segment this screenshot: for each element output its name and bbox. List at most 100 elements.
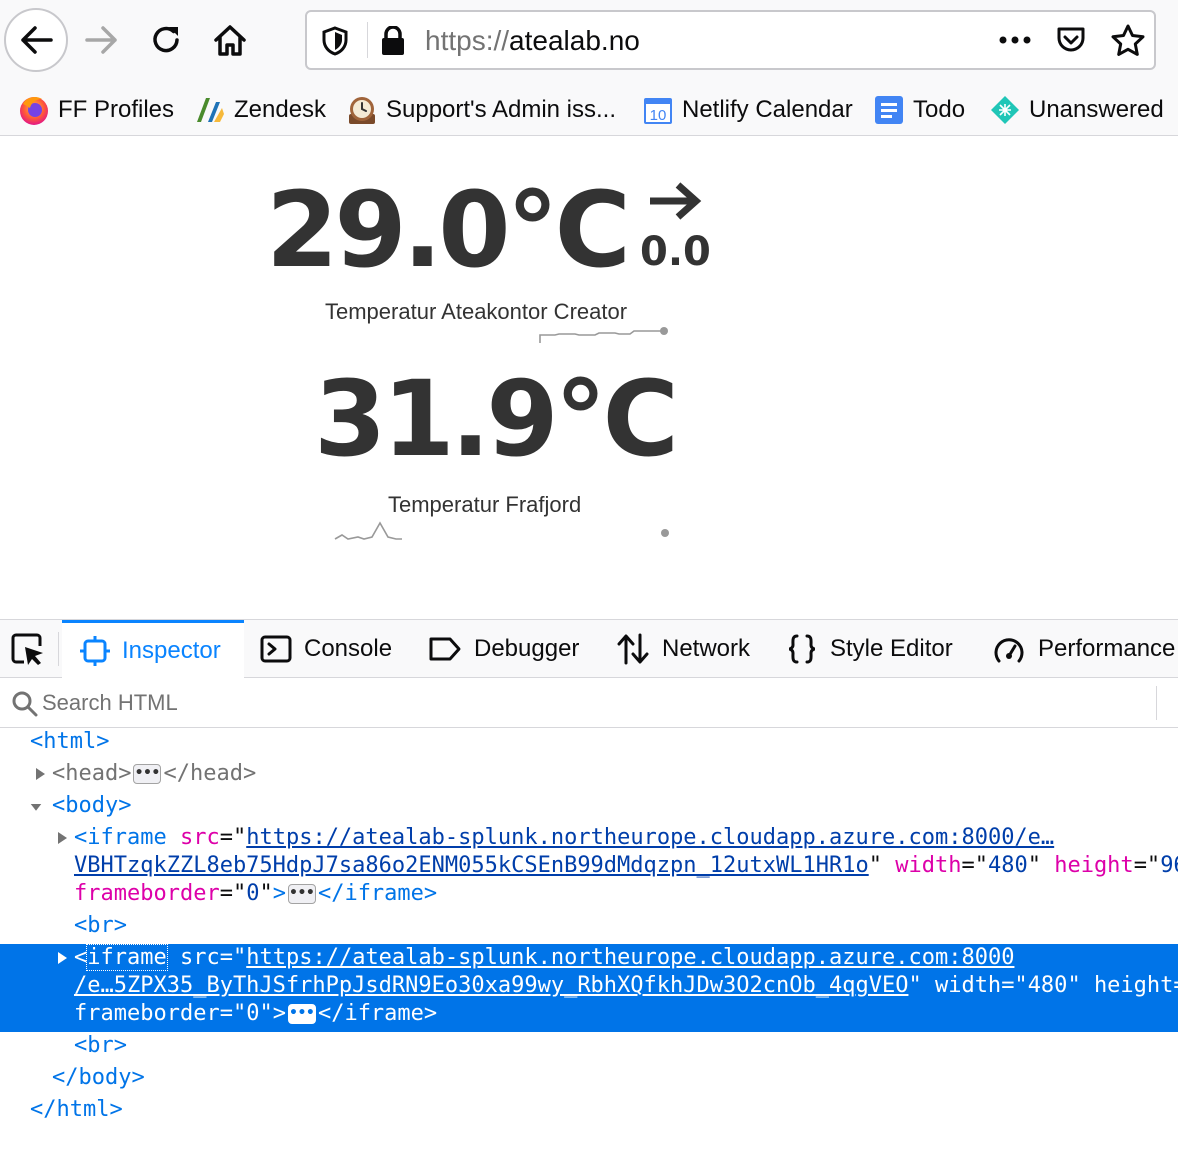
bookmark-label: Unanswered	[1029, 96, 1164, 123]
body-open-tag: <body>	[52, 793, 132, 818]
tab-network[interactable]: Network	[616, 620, 750, 678]
reload-button[interactable]	[134, 8, 198, 72]
markup-line-br[interactable]: <br>	[0, 1032, 1178, 1060]
back-button[interactable]	[4, 8, 68, 72]
expand-triangle-icon[interactable]	[56, 831, 68, 845]
height-attr: height	[1054, 853, 1134, 878]
tab-label: Performance	[1038, 635, 1176, 662]
markup-line-iframe1[interactable]: <iframe src="https://atealab-splunk.nort…	[0, 824, 1178, 852]
expand-triangle-icon[interactable]	[34, 767, 46, 781]
markup-line-iframe1-end[interactable]: frameborder="0"> ••• </iframe>	[0, 880, 1178, 908]
collapse-triangle-icon[interactable]	[30, 800, 42, 814]
tab-label: Style Editor	[830, 635, 953, 662]
src-attr: src	[179, 825, 220, 850]
bookmarks-toolbar: FF Profiles Zendesk Support's Admin iss.…	[0, 84, 1178, 136]
bookmark-ff-profiles[interactable]: FF Profiles	[18, 92, 174, 128]
tab-label: Inspector	[122, 636, 221, 664]
url-bar[interactable]: https://atealab.no	[305, 10, 1156, 70]
home-icon	[214, 25, 246, 56]
search-icon	[12, 691, 38, 717]
bookmark-label: Netlify Calendar	[682, 96, 853, 123]
firefox-icon	[18, 94, 50, 126]
reload-icon	[153, 26, 179, 53]
markup-line-body-close[interactable]: </body>	[0, 1064, 1178, 1092]
tab-label: Console	[304, 635, 393, 662]
browser-toolbar: https://atealab.no	[0, 0, 1178, 84]
style-editor-icon	[786, 633, 818, 665]
bookmark-support-admin[interactable]: Support's Admin iss...	[346, 92, 616, 128]
devtools-panel: Inspector Console Debugger Network Style…	[0, 619, 1178, 1156]
markup-line-br[interactable]: <br>	[0, 912, 1178, 940]
markup-line-iframe1-cont[interactable]: VBHTzqkZZL8eb75HdpJ7sa86o2ENM055kCSEnB99…	[0, 852, 1178, 880]
iframe1-src-link-cont[interactable]: VBHTzqkZZL8eb75HdpJ7sa86o2ENM055kCSEnB99…	[74, 853, 869, 878]
src-attr: src	[179, 945, 220, 970]
sensor1-temperature: 29.0°C	[266, 169, 631, 291]
iframe-tagname: iframe	[86, 944, 168, 971]
collapsed-ellipsis-button[interactable]: •••	[287, 1004, 316, 1024]
iframe1-src-link[interactable]: https://atealab-splunk.northeurope.cloud…	[246, 825, 1054, 850]
bookmark-unanswered[interactable]: Unanswered	[989, 92, 1164, 128]
markup-line-head[interactable]: <head> ••• </head>	[0, 760, 1178, 788]
bookmark-star-icon[interactable]	[1111, 24, 1145, 56]
clock-icon	[346, 94, 378, 126]
netlify-icon	[989, 94, 1021, 126]
network-icon	[616, 633, 650, 665]
markup-view: <html> <head> ••• </head> <body> <iframe s…	[0, 728, 1178, 1156]
search-html-input[interactable]	[42, 686, 1142, 720]
expand-triangle-icon[interactable]	[56, 951, 68, 965]
frameborder-attr: frameborder	[74, 1001, 220, 1026]
markup-line-iframe2-cont[interactable]: /e…5ZPX35_ByThJSfrhPpJsdRN9Eo30xa99wy_Rb…	[0, 972, 1178, 1000]
bookmark-todo[interactable]: Todo	[873, 92, 965, 128]
element-picker-icon[interactable]	[10, 632, 46, 668]
iframe-close-tag: </iframe>	[317, 1001, 438, 1026]
bookmark-label: FF Profiles	[58, 96, 175, 123]
page-actions-ellipsis-icon[interactable]	[997, 26, 1033, 54]
iframe2-src-link-cont[interactable]: /e…5ZPX35_ByThJSfrhPpJsdRN9Eo30xa99wy_Rb…	[74, 973, 908, 998]
bookmark-zendesk[interactable]: Zendesk	[194, 92, 326, 128]
sensor2-sparkline	[334, 521, 669, 540]
markup-line-iframe2-end[interactable]: frameborder="0"> ••• </iframe>	[0, 1000, 1178, 1028]
tab-style-editor[interactable]: Style Editor	[786, 620, 953, 678]
forward-button[interactable]	[70, 8, 134, 72]
url-separator	[367, 22, 368, 58]
width-value: 480	[1027, 973, 1068, 998]
markup-line-body-open[interactable]: <body>	[0, 792, 1178, 820]
bookmark-label: Support's Admin iss...	[386, 96, 617, 123]
markup-line-html-open[interactable]: <html>	[0, 728, 1178, 756]
inspector-icon	[80, 635, 110, 666]
sensor1-trend-value: 0.0	[640, 229, 711, 275]
tab-console[interactable]: Console	[260, 620, 392, 678]
body-close-tag: </body>	[52, 1065, 145, 1090]
collapsed-ellipsis-button[interactable]: •••	[287, 884, 316, 904]
collapsed-ellipsis-button[interactable]: •••	[133, 764, 162, 784]
html-close-tag: </html>	[30, 1097, 123, 1122]
width-value: 480	[987, 853, 1028, 878]
zendesk-icon	[194, 94, 226, 126]
markup-line-html-close[interactable]: </html>	[0, 1096, 1178, 1124]
search-separator	[1156, 686, 1157, 720]
lock-icon[interactable]	[380, 26, 406, 56]
width-attr: width	[895, 853, 962, 878]
iframe2-src-link[interactable]: https://atealab-splunk.northeurope.cloud…	[246, 945, 1014, 970]
console-icon	[260, 634, 292, 664]
tab-performance[interactable]: Performance	[992, 620, 1175, 678]
home-button[interactable]	[198, 8, 262, 72]
tab-label: Debugger	[474, 635, 580, 662]
tab-debugger[interactable]: Debugger	[428, 620, 579, 678]
devtools-tabbar: Inspector Console Debugger Network Style…	[0, 620, 1178, 678]
bookmark-netlify-calendar[interactable]: 10 Netlify Calendar	[642, 92, 853, 128]
document-icon	[873, 94, 905, 126]
sensor2-label: Temperatur Frafjord	[388, 492, 582, 517]
pocket-icon[interactable]	[1055, 24, 1087, 56]
tab-inspector[interactable]: Inspector	[62, 620, 244, 678]
frameborder-value: 0	[246, 1001, 260, 1026]
markup-line-iframe2-selected[interactable]: <iframe src="https://atealab-splunk.nort…	[0, 944, 1178, 972]
html-search-bar	[0, 678, 1178, 728]
svg-text:10: 10	[650, 107, 667, 124]
tracking-protection-shield-icon[interactable]	[321, 26, 349, 56]
trend-right-arrow-icon	[650, 182, 702, 220]
calendar-icon: 10	[642, 94, 674, 126]
url-text[interactable]: https://atealab.no	[425, 25, 640, 57]
bookmark-label: Todo	[913, 96, 966, 123]
head-close-tag: </head>	[163, 761, 257, 786]
